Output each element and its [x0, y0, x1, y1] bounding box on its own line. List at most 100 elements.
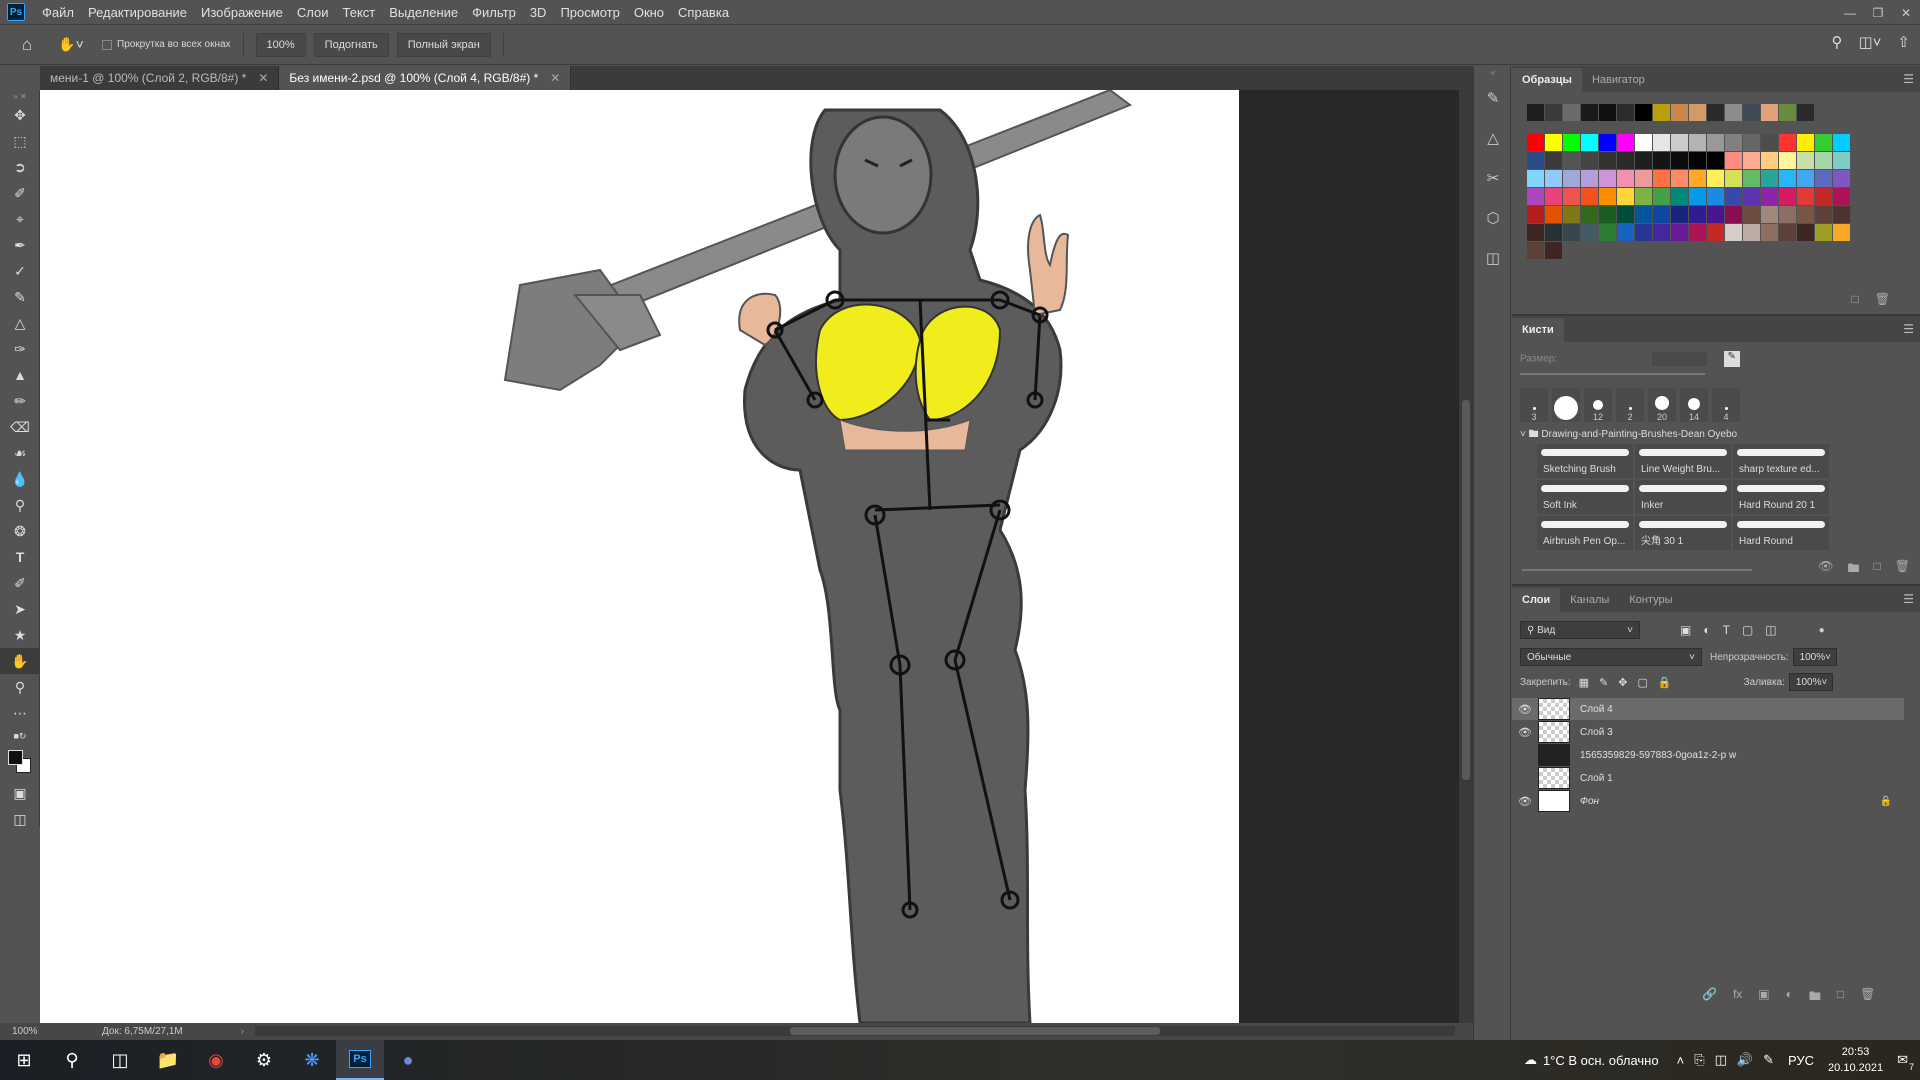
stamp-icon[interactable]: ▲ — [0, 362, 40, 388]
history-brush-icon[interactable]: ✑ — [0, 336, 40, 362]
brush-tip[interactable]: 20 — [1648, 388, 1676, 422]
layer-name[interactable]: 1565359829-597883-0goa1z-2-p w — [1580, 750, 1736, 761]
swatch[interactable] — [1725, 224, 1742, 241]
swatch[interactable] — [1581, 206, 1598, 223]
weather-icon[interactable]: ☁ — [1524, 1052, 1537, 1068]
layer-thumbnail[interactable] — [1538, 698, 1570, 720]
brush-settings-icon[interactable]: ✎ — [1474, 78, 1512, 118]
share-icon[interactable]: ⇧ — [1897, 33, 1910, 51]
swatch[interactable] — [1527, 170, 1544, 187]
fill-field[interactable]: 100% ˅ — [1788, 673, 1833, 691]
brush-size-field[interactable] — [1651, 352, 1707, 366]
swatch[interactable] — [1833, 224, 1850, 241]
minimize-icon[interactable]: — — [1836, 0, 1864, 25]
delete-swatch-icon[interactable]: 🗑 — [1875, 292, 1890, 306]
workspace-icon[interactable]: ◫˅ — [1858, 33, 1881, 51]
new-brush-icon[interactable]: □ — [1874, 559, 1881, 580]
swatch[interactable] — [1707, 134, 1724, 151]
swatch[interactable] — [1671, 206, 1688, 223]
tab-document-2[interactable]: Без имени-2.psd @ 100% (Слой 4, RGB/8#) … — [279, 66, 572, 90]
lock-image-icon[interactable]: ✎ — [1599, 676, 1608, 689]
swatch[interactable] — [1707, 152, 1724, 169]
swatch[interactable] — [1653, 170, 1670, 187]
swatch[interactable] — [1779, 134, 1796, 151]
mixer-brush-icon[interactable]: ✏ — [0, 388, 40, 414]
swatch[interactable] — [1563, 224, 1580, 241]
swatch[interactable] — [1599, 170, 1616, 187]
horizontal-scroll-thumb[interactable] — [790, 1027, 1160, 1035]
panel-menu-icon[interactable]: ☰ — [1903, 322, 1914, 336]
swatch[interactable] — [1743, 152, 1760, 169]
marquee-tool-icon[interactable]: ⬚ — [0, 128, 40, 154]
swatch[interactable] — [1743, 188, 1760, 205]
swatch[interactable] — [1761, 170, 1778, 187]
swatch[interactable] — [1689, 224, 1706, 241]
brush-preset[interactable]: Hard Round — [1733, 516, 1829, 550]
panel-menu-icon[interactable]: ☰ — [1903, 592, 1914, 606]
filter-smart-icon[interactable]: ◫ — [1765, 623, 1776, 637]
menu-layers[interactable]: Слои — [290, 5, 336, 20]
swatch[interactable] — [1617, 152, 1634, 169]
search-icon[interactable]: ⚲ — [48, 1040, 96, 1080]
swatch[interactable] — [1707, 188, 1724, 205]
swatch[interactable] — [1725, 206, 1742, 223]
battle-net-icon[interactable]: ❋ — [288, 1040, 336, 1080]
task-view-icon[interactable]: ◫ — [96, 1040, 144, 1080]
canvas-area[interactable] — [40, 90, 1473, 1023]
quick-mask-icon[interactable]: ▣ — [0, 780, 40, 806]
new-group-icon[interactable]: 🖿 — [1809, 987, 1821, 1008]
swatch[interactable] — [1725, 170, 1742, 187]
tool-presets-icon[interactable]: ✂ — [1474, 158, 1512, 198]
status-expand-icon[interactable]: › — [241, 1026, 244, 1037]
swatch[interactable] — [1545, 242, 1562, 259]
lock-transparent-icon[interactable]: ▦ — [1579, 676, 1589, 689]
scroll-all-checkbox[interactable] — [102, 39, 112, 50]
visibility-eye-icon[interactable]: 👁 — [1512, 703, 1538, 716]
clone-source-icon[interactable]: △ — [1474, 118, 1512, 158]
swatch[interactable] — [1707, 224, 1724, 241]
swatch[interactable] — [1797, 134, 1814, 151]
horizontal-scrollbar[interactable] — [255, 1026, 1455, 1036]
fill-screen-button[interactable]: Полный экран — [396, 32, 491, 57]
move-tool-icon[interactable]: ✥ — [0, 102, 40, 128]
layer-row[interactable]: 1565359829-597883-0goa1z-2-p w — [1512, 744, 1904, 766]
start-icon[interactable]: ⊞ — [0, 1040, 48, 1080]
swatch[interactable] — [1653, 152, 1670, 169]
swatch[interactable] — [1599, 104, 1616, 121]
swatch[interactable] — [1707, 170, 1724, 187]
swatch[interactable] — [1761, 206, 1778, 223]
document-canvas[interactable] — [40, 90, 1239, 1023]
swatch[interactable] — [1617, 104, 1634, 121]
swatch[interactable] — [1581, 104, 1598, 121]
layer-name[interactable]: Слой 4 — [1580, 704, 1613, 715]
clock[interactable]: 20:53 20.10.2021 — [1828, 1044, 1883, 1076]
new-layer-icon[interactable]: □ — [1837, 987, 1844, 1008]
display-icon[interactable]: ◫ — [1715, 1052, 1727, 1068]
swatch[interactable] — [1779, 104, 1796, 121]
brush-preset[interactable]: Sketching Brush — [1537, 444, 1633, 478]
lock-artboard-icon[interactable]: ▢ — [1638, 676, 1648, 689]
lock-icon[interactable]: 🔒 — [1880, 796, 1892, 807]
swatch[interactable] — [1635, 224, 1652, 241]
brush-tool-icon[interactable]: ✎ — [0, 284, 40, 310]
swatch[interactable] — [1761, 188, 1778, 205]
weather-text[interactable]: 1°C В осн. облачно — [1543, 1053, 1659, 1068]
filter-pixel-icon[interactable]: ▣ — [1680, 623, 1691, 637]
layer-name[interactable]: Слой 3 — [1580, 727, 1613, 738]
swatch[interactable] — [1797, 104, 1814, 121]
blur-tool-icon[interactable]: 💧 — [0, 466, 40, 492]
swatch[interactable] — [1581, 134, 1598, 151]
swatch[interactable] — [1743, 104, 1760, 121]
foreground-color-swatch[interactable] — [8, 750, 23, 765]
swatch[interactable] — [1545, 224, 1562, 241]
zoom-100-button[interactable]: 100% — [255, 32, 306, 57]
lock-all-icon[interactable]: 🔒 — [1658, 676, 1672, 689]
swatch[interactable] — [1671, 104, 1688, 121]
swatch[interactable] — [1653, 224, 1670, 241]
close-tab-icon[interactable]: ✕ — [550, 71, 560, 85]
swatch[interactable] — [1563, 206, 1580, 223]
filter-toggle-icon[interactable]: ● — [1819, 625, 1825, 636]
screen-mode-icon[interactable]: ◫ — [0, 806, 40, 832]
sponge-tool-icon[interactable]: ❂ — [0, 518, 40, 544]
swatch[interactable] — [1563, 188, 1580, 205]
